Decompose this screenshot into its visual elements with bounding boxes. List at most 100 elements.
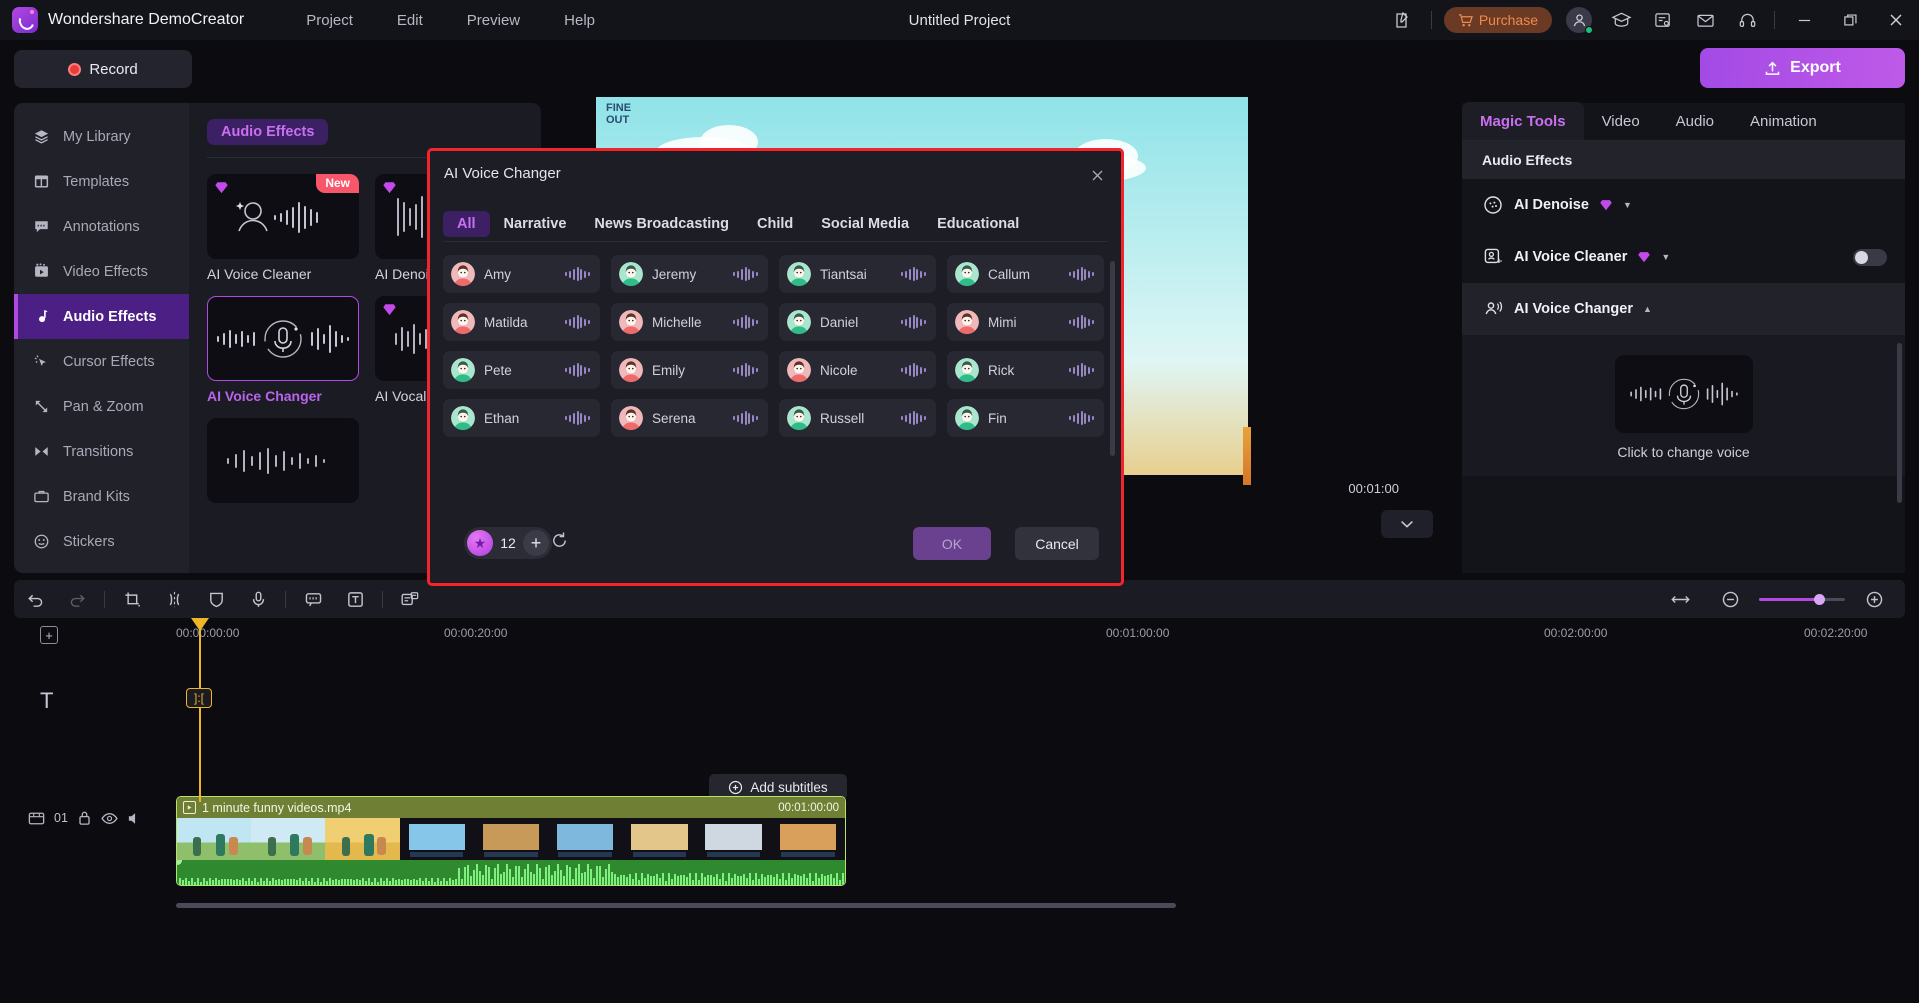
sidebar-item-templates[interactable]: Templates — [14, 159, 189, 204]
tab-narrative[interactable]: Narrative — [490, 216, 581, 232]
tutorial-cap-icon[interactable] — [1600, 0, 1642, 40]
sidebar-item-my-library[interactable]: My Library — [14, 114, 189, 159]
voice-item[interactable]: Tiantsai — [779, 255, 936, 293]
chevron-down-icon[interactable]: ▼ — [1661, 252, 1670, 262]
account-avatar-icon[interactable] — [1566, 7, 1593, 34]
voice-preview-icon[interactable] — [733, 363, 758, 377]
minimize-icon[interactable] — [1781, 0, 1827, 40]
voice-preview-icon[interactable] — [565, 411, 590, 425]
voice-preview-icon[interactable] — [1069, 363, 1094, 377]
effect-card-ai-voice-cleaner[interactable]: New AI Voice Cleaner — [207, 174, 359, 282]
mail-icon[interactable] — [1684, 0, 1726, 40]
tab-audio[interactable]: Audio — [1658, 102, 1732, 140]
reset-button[interactable] — [550, 531, 569, 555]
timeline-horizontal-scrollbar[interactable] — [176, 903, 1176, 908]
right-panel-scrollbar[interactable] — [1897, 343, 1902, 503]
menu-edit[interactable]: Edit — [397, 12, 423, 29]
redo-icon[interactable] — [56, 580, 98, 618]
add-track-button[interactable]: + — [40, 626, 58, 644]
voice-preview-icon[interactable] — [1069, 315, 1094, 329]
tab-social-media[interactable]: Social Media — [807, 216, 923, 232]
maximize-icon[interactable] — [1827, 0, 1873, 40]
chevron-down-icon[interactable]: ▼ — [1623, 200, 1632, 210]
close-icon[interactable] — [1873, 0, 1919, 40]
aspect-ratio-dropdown[interactable] — [1381, 510, 1433, 538]
sidebar-item-annotations[interactable]: Annotations — [14, 204, 189, 249]
voice-item[interactable]: Emily — [611, 351, 768, 389]
record-button[interactable]: Record — [14, 50, 192, 88]
voice-item[interactable]: Callum — [947, 255, 1104, 293]
change-voice-button[interactable] — [1614, 355, 1753, 433]
split-icon[interactable] — [153, 580, 195, 618]
voice-item[interactable]: Ethan — [443, 399, 600, 437]
track-type-icon[interactable] — [28, 811, 45, 826]
cancel-button[interactable]: Cancel — [1015, 527, 1099, 560]
voice-item[interactable]: Serena — [611, 399, 768, 437]
effect-card-ai-voice-changer[interactable]: AI Voice Changer — [207, 296, 359, 404]
credits-widget[interactable]: ★ 12 + — [464, 527, 552, 559]
voice-preview-icon[interactable] — [565, 315, 590, 329]
voice-item[interactable]: Russell — [779, 399, 936, 437]
voice-item[interactable]: Rick — [947, 351, 1104, 389]
voice-item[interactable]: Mimi — [947, 303, 1104, 341]
voice-preview-icon[interactable] — [901, 411, 926, 425]
purchase-button[interactable]: Purchase — [1443, 7, 1552, 33]
mic-icon[interactable] — [237, 580, 279, 618]
shield-icon[interactable] — [195, 580, 237, 618]
ok-button[interactable]: OK — [913, 527, 991, 560]
tab-video[interactable]: Video — [1584, 102, 1658, 140]
voice-preview-icon[interactable] — [1069, 411, 1094, 425]
voice-item[interactable]: Daniel — [779, 303, 936, 341]
voice-preview-icon[interactable] — [733, 267, 758, 281]
zoom-slider[interactable] — [1759, 593, 1845, 605]
voice-item[interactable]: Pete — [443, 351, 600, 389]
sidebar-item-pan-zoom[interactable]: Pan & Zoom — [14, 384, 189, 429]
menu-preview[interactable]: Preview — [467, 12, 520, 29]
effect-card-extra[interactable] — [207, 418, 359, 503]
voice-list-scrollbar[interactable] — [1110, 261, 1115, 456]
eye-icon[interactable] — [101, 812, 118, 825]
effect-row-ai-voice-cleaner[interactable]: AI Voice Cleaner ▼ — [1462, 231, 1905, 283]
sidebar-item-stickers[interactable]: Stickers — [14, 519, 189, 564]
voice-cleaner-toggle[interactable] — [1853, 248, 1887, 266]
browser-category-chip[interactable]: Audio Effects — [207, 119, 329, 145]
menu-help[interactable]: Help — [564, 12, 595, 29]
headset-icon[interactable] — [1726, 0, 1768, 40]
fit-icon[interactable] — [1659, 580, 1701, 618]
voice-preview-icon[interactable] — [565, 363, 590, 377]
sidebar-item-video-effects[interactable]: Video Effects — [14, 249, 189, 294]
undo-icon[interactable] — [14, 580, 56, 618]
crop-icon[interactable] — [111, 580, 153, 618]
timeline-ruler[interactable]: + 00:00:00:00 00:00:20:00 00:01:00:00 00… — [14, 622, 1905, 650]
sticker-text-icon[interactable] — [389, 580, 431, 618]
close-icon[interactable] — [1085, 163, 1109, 187]
sidebar-item-transitions[interactable]: Transitions — [14, 429, 189, 474]
shortcut-icon[interactable] — [1642, 0, 1684, 40]
voice-preview-icon[interactable] — [901, 267, 926, 281]
voice-preview-icon[interactable] — [901, 363, 926, 377]
voice-preview-icon[interactable] — [1069, 267, 1094, 281]
voice-item[interactable]: Michelle — [611, 303, 768, 341]
sidebar-item-brand-kits[interactable]: Brand Kits — [14, 474, 189, 519]
lock-icon[interactable] — [77, 810, 92, 826]
zoom-in-icon[interactable] — [1853, 580, 1895, 618]
timeline-clip[interactable]: 1 minute funny videos.mp4 00:01:00:00 — [176, 796, 846, 886]
fade-handle[interactable] — [177, 860, 182, 865]
voice-preview-icon[interactable] — [901, 315, 926, 329]
mute-icon[interactable] — [127, 811, 142, 826]
voice-item[interactable]: Amy — [443, 255, 600, 293]
export-button[interactable]: Export — [1700, 48, 1905, 88]
sidebar-item-audio-effects[interactable]: Audio Effects — [14, 294, 189, 339]
tab-educational[interactable]: Educational — [923, 216, 1033, 232]
tab-all[interactable]: All — [443, 211, 490, 237]
chevron-up-icon[interactable]: ▲ — [1643, 304, 1652, 314]
zoom-slider-knob[interactable] — [1814, 593, 1825, 605]
feedback-icon[interactable] — [1383, 0, 1425, 40]
voice-item[interactable]: Nicole — [779, 351, 936, 389]
sidebar-item-cursor-effects[interactable]: Cursor Effects — [14, 339, 189, 384]
split-marker[interactable]: ]:[ — [186, 688, 212, 708]
tab-news-broadcasting[interactable]: News Broadcasting — [580, 216, 743, 232]
tab-child[interactable]: Child — [743, 216, 807, 232]
zoom-out-icon[interactable] — [1709, 580, 1751, 618]
add-credits-button[interactable]: + — [523, 530, 549, 556]
